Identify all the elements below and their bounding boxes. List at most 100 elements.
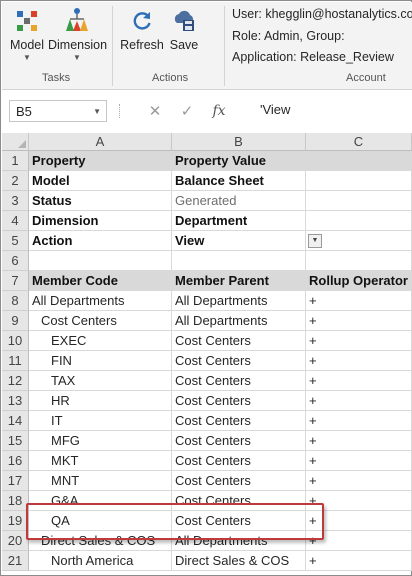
cell-b17[interactable]: Cost Centers [172, 471, 306, 491]
column-header-b[interactable]: B [172, 133, 306, 151]
formula-bar: B5 ▼ ✕ ✓ fx 'View [2, 90, 412, 133]
cell-c17[interactable]: + [306, 471, 412, 491]
cell-a13[interactable]: HR [29, 391, 172, 411]
cell-c16[interactable]: + [306, 451, 412, 471]
insert-function-icon[interactable]: fx [203, 103, 235, 119]
cell-b9[interactable]: All Departments [172, 311, 306, 331]
row-header[interactable]: 13 [2, 391, 29, 411]
cell-a21[interactable]: North America [29, 551, 172, 571]
cell-c8[interactable]: + [306, 291, 412, 311]
cell-c10[interactable]: + [306, 331, 412, 351]
row-header[interactable]: 5 [2, 231, 29, 251]
cell-c2[interactable] [306, 171, 412, 191]
save-button[interactable]: Save [168, 6, 200, 52]
cell-b16[interactable]: Cost Centers [172, 451, 306, 471]
row-header[interactable]: 15 [2, 431, 29, 451]
cell-b15[interactable]: Cost Centers [172, 431, 306, 451]
row-header[interactable]: 16 [2, 451, 29, 471]
cell-a12[interactable]: TAX [29, 371, 172, 391]
ribbon: Model ▼ Dimension ▼ Tasks Refresh Save A… [2, 2, 412, 90]
name-box[interactable]: B5 ▼ [9, 100, 107, 122]
cell-a7[interactable]: Member Code [29, 271, 172, 291]
select-all-corner[interactable] [2, 133, 29, 151]
cell-c21[interactable]: + [306, 551, 412, 571]
row-header[interactable]: 7 [2, 271, 29, 291]
row-header[interactable]: 8 [2, 291, 29, 311]
cell-c1[interactable] [306, 151, 412, 171]
refresh-button[interactable]: Refresh [120, 6, 164, 52]
row-header[interactable]: 4 [2, 211, 29, 231]
refresh-label: Refresh [120, 38, 164, 52]
cell-a1[interactable]: Property [29, 151, 172, 171]
table-row: 21 North America Direct Sales & COS + [2, 551, 412, 571]
cell-a11[interactable]: FIN [29, 351, 172, 371]
cell-c15[interactable]: + [306, 431, 412, 451]
cell-b4[interactable]: Department [172, 211, 306, 231]
cell-c13[interactable]: + [306, 391, 412, 411]
cell-b5[interactable]: View [172, 231, 306, 251]
row-header[interactable]: 14 [2, 411, 29, 431]
column-header-a[interactable]: A [29, 133, 172, 151]
cell-a14[interactable]: IT [29, 411, 172, 431]
cell-b6[interactable] [172, 251, 306, 271]
cell-b7[interactable]: Member Parent [172, 271, 306, 291]
cell-b21[interactable]: Direct Sales & COS [172, 551, 306, 571]
cell-a8[interactable]: All Departments [29, 291, 172, 311]
row-header[interactable]: 20 [2, 531, 29, 551]
cell-b10[interactable]: Cost Centers [172, 331, 306, 351]
column-header-c[interactable]: C [306, 133, 412, 151]
row-header[interactable]: 17 [2, 471, 29, 491]
model-label: Model [9, 38, 45, 52]
cell-c9[interactable]: + [306, 311, 412, 331]
cell-a6[interactable] [29, 251, 172, 271]
cell-c12[interactable]: + [306, 371, 412, 391]
cell-a9[interactable]: Cost Centers [29, 311, 172, 331]
enter-check-icon[interactable]: ✓ [171, 102, 203, 120]
dimension-button[interactable]: Dimension ▼ [48, 6, 108, 62]
cell-c3[interactable] [306, 191, 412, 211]
group-separator [112, 6, 113, 86]
cell-b2[interactable]: Balance Sheet [172, 171, 306, 191]
cell-b8[interactable]: All Departments [172, 291, 306, 311]
cell-c7[interactable]: Rollup Operator [306, 271, 412, 291]
formula-input[interactable]: 'View [260, 102, 290, 117]
cell-b12[interactable]: Cost Centers [172, 371, 306, 391]
cell-b14[interactable]: Cost Centers [172, 411, 306, 431]
action-dropdown-button[interactable]: ▼ [308, 234, 322, 248]
row-header[interactable]: 9 [2, 311, 29, 331]
row-header[interactable]: 6 [2, 251, 29, 271]
cell-b1[interactable]: Property Value [172, 151, 306, 171]
cell-a16[interactable]: MKT [29, 451, 172, 471]
cell-b13[interactable]: Cost Centers [172, 391, 306, 411]
row-header[interactable]: 18 [2, 491, 29, 511]
account-role: Role: Admin, Group: [232, 29, 345, 43]
row-header[interactable]: 12 [2, 371, 29, 391]
row-header[interactable]: 3 [2, 191, 29, 211]
cell-a3[interactable]: Status [29, 191, 172, 211]
row-header[interactable]: 11 [2, 351, 29, 371]
cell-a15[interactable]: MFG [29, 431, 172, 451]
chevron-down-icon: ▼ [23, 53, 31, 62]
row-header[interactable]: 2 [2, 171, 29, 191]
cell-a5[interactable]: Action [29, 231, 172, 251]
cell-c11[interactable]: + [306, 351, 412, 371]
excel-window: Model ▼ Dimension ▼ Tasks Refresh Save A… [0, 0, 412, 576]
cell-b3[interactable]: Generated [172, 191, 306, 211]
cell-a4[interactable]: Dimension [29, 211, 172, 231]
cell-a17[interactable]: MNT [29, 471, 172, 491]
cell-b11[interactable]: Cost Centers [172, 351, 306, 371]
cell-c14[interactable]: + [306, 411, 412, 431]
chevron-down-icon[interactable]: ▼ [93, 107, 101, 116]
formula-buttons: ✕ ✓ fx [139, 100, 251, 122]
model-button[interactable]: Model ▼ [8, 6, 46, 62]
row-header[interactable]: 10 [2, 331, 29, 351]
cell-a2[interactable]: Model [29, 171, 172, 191]
cancel-icon[interactable]: ✕ [139, 102, 171, 120]
cell-c6[interactable] [306, 251, 412, 271]
cell-a10[interactable]: EXEC [29, 331, 172, 351]
row-header[interactable]: 19 [2, 511, 29, 531]
row-header[interactable]: 21 [2, 551, 29, 571]
row-header[interactable]: 1 [2, 151, 29, 171]
cell-c4[interactable] [306, 211, 412, 231]
dimension-label: Dimension [48, 38, 108, 52]
